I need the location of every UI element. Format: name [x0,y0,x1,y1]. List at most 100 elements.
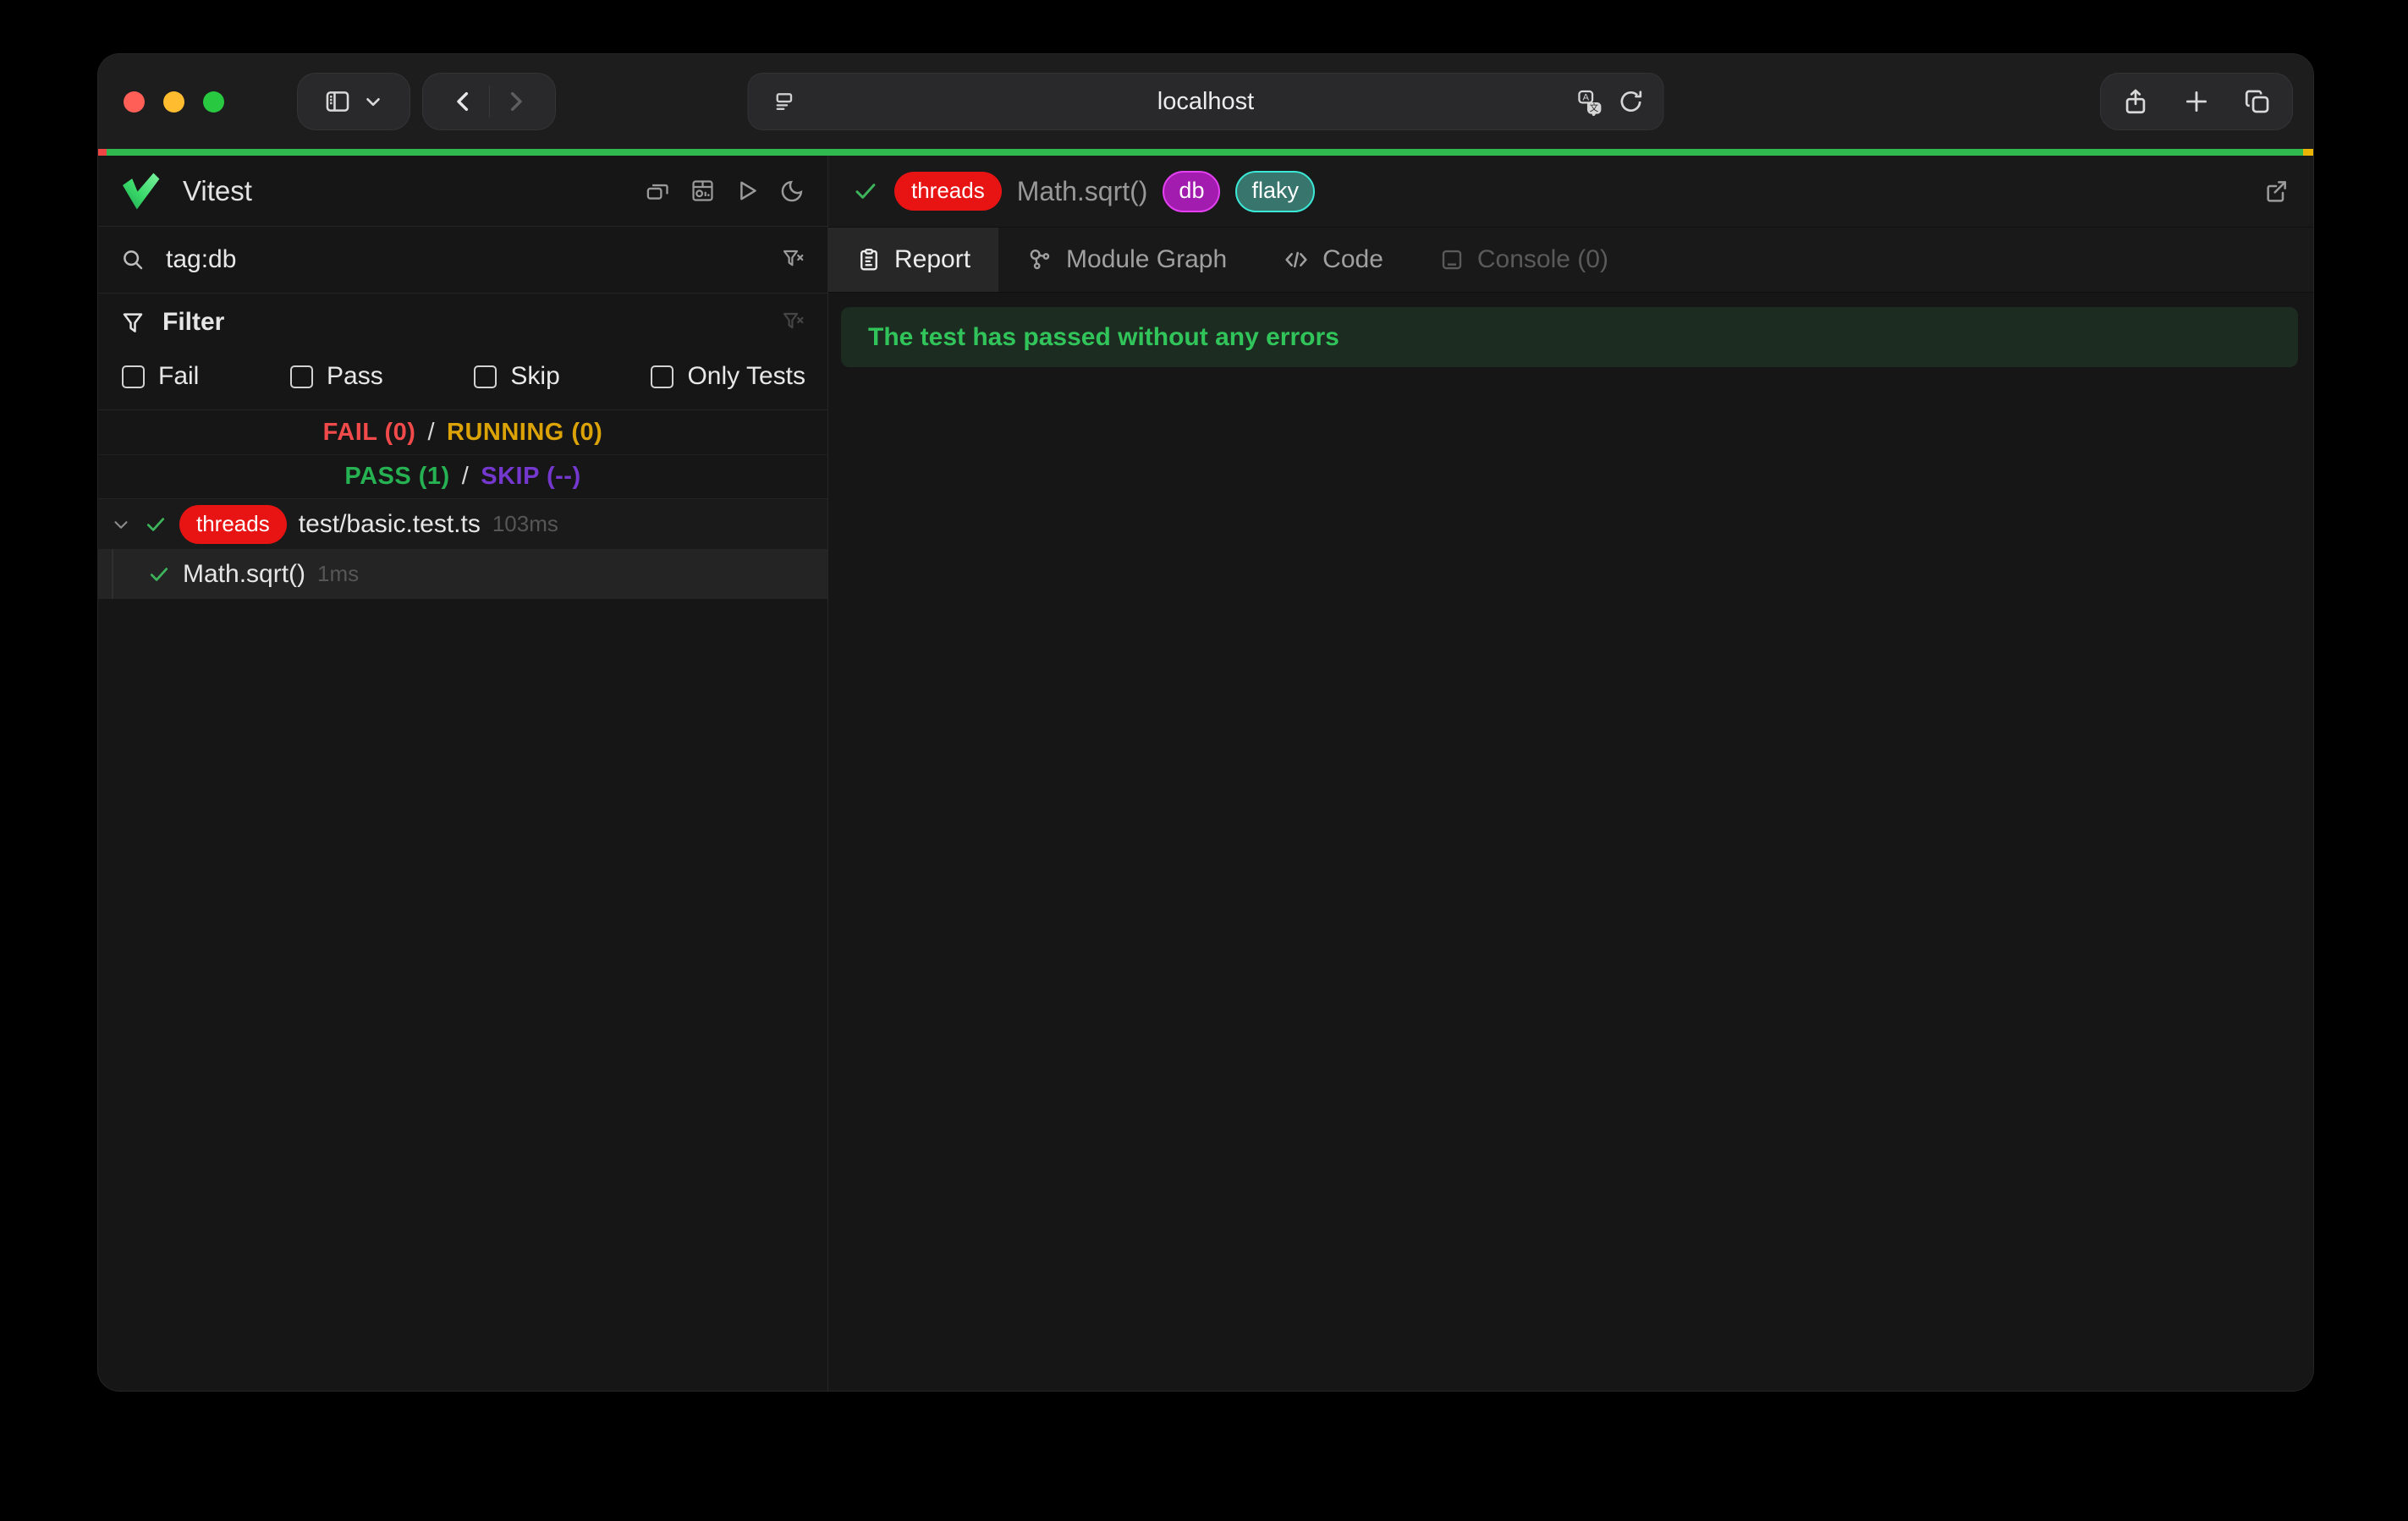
dashboard-icon[interactable] [690,178,716,204]
test-explorer-sidebar: Vitest [98,156,828,1392]
summary-line-2: PASS (1) / SKIP (--) [98,454,827,498]
back-button[interactable] [450,88,477,115]
search-bar[interactable]: tag:db [98,227,827,294]
report-content: The test has passed without any errors [828,293,2313,1392]
tab-console[interactable]: Console (0) [1411,228,1636,292]
translate-icon[interactable]: A文 [1575,87,1604,116]
minimize-window-button[interactable] [163,91,184,113]
filter-section-header: Filter [98,294,827,350]
zoom-window-button[interactable] [203,91,224,113]
test-tree: threads test/basic.test.ts 103ms Math.sq… [98,499,827,599]
open-in-editor-icon[interactable] [2262,178,2290,205]
tab-module-graph-label: Module Graph [1066,245,1227,274]
skip-checkbox[interactable] [474,365,497,388]
test-progress-bar [98,149,2313,156]
pass-banner-text: The test has passed without any errors [868,323,1339,352]
app-header: Vitest [98,156,827,227]
expand-chevron-icon[interactable] [110,513,132,535]
pass-checkbox[interactable] [290,365,313,388]
pass-count: PASS (1) [344,463,449,491]
reload-icon[interactable] [1618,88,1645,115]
summary-separator: / [462,463,470,491]
test-case-duration: 1ms [317,561,359,587]
module-graph-icon [1026,246,1053,273]
pass-banner: The test has passed without any errors [841,307,2298,367]
tab-code[interactable]: Code [1255,228,1411,292]
pass-check-icon [144,513,168,536]
summary-line-1: FAIL (0) / RUNNING (0) [98,410,827,454]
tag-flaky: flaky [1235,171,1315,212]
windows-icon[interactable] [645,178,671,204]
skip-count: SKIP (--) [481,463,580,491]
test-file-row[interactable]: threads test/basic.test.ts 103ms [98,499,827,549]
test-summary: FAIL (0) / RUNNING (0) PASS (1) / SKIP (… [98,409,827,499]
search-input[interactable]: tag:db [166,245,780,274]
filter-title: Filter [162,308,780,337]
search-icon [120,247,146,272]
only-tests-checkbox[interactable] [651,365,673,388]
app-title: Vitest [183,175,645,207]
fail-label: Fail [158,362,199,391]
chevron-down-icon [362,91,384,113]
test-case-row[interactable]: Math.sqrt() 1ms [98,549,827,599]
indent-guide [112,549,113,599]
nav-buttons [422,73,556,130]
running-count: RUNNING (0) [447,419,602,447]
share-icon[interactable] [2121,87,2150,116]
pool-badge: threads [894,172,1002,211]
tab-overview-icon[interactable] [2243,87,2272,116]
console-icon [1439,247,1465,272]
browser-toolbar: localhost A文 [98,54,2313,149]
svg-text:文: 文 [1590,102,1599,113]
nav-divider [489,85,490,118]
forward-button[interactable] [502,88,529,115]
tab-report-label: Report [894,245,970,274]
dark-mode-icon[interactable] [779,178,805,204]
pass-label: Pass [327,362,383,391]
only-tests-label: Only Tests [687,362,805,391]
tab-module-graph[interactable]: Module Graph [998,228,1255,292]
clear-all-filters-icon[interactable] [780,310,805,335]
tab-console-label: Console (0) [1477,245,1608,274]
skip-label: Skip [510,362,559,391]
tab-report[interactable]: Report [828,228,998,292]
fail-checkbox[interactable] [122,365,145,388]
filter-icon [120,310,146,335]
pool-badge: threads [179,505,287,544]
fail-count: FAIL (0) [323,419,416,447]
code-icon [1283,246,1310,273]
vitest-logo [117,167,164,215]
new-tab-icon[interactable] [2182,87,2211,116]
pass-check-icon [147,563,171,586]
address-bar[interactable]: localhost A文 [748,73,1664,130]
progress-fail-segment [98,149,107,156]
clear-search-filter-icon[interactable] [780,247,805,272]
test-case-name: Math.sqrt() [183,560,305,589]
page-format-icon[interactable] [772,89,798,114]
tag-db: db [1163,171,1220,212]
filter-option-pass[interactable]: Pass [290,362,383,391]
filter-option-fail[interactable]: Fail [122,362,199,391]
sidebar-toggle-button[interactable] [297,73,410,130]
browser-window: localhost A文 [97,53,2314,1392]
tab-code-label: Code [1322,245,1383,274]
close-window-button[interactable] [124,91,145,113]
toolbar-right-buttons [2100,73,2293,130]
report-icon [856,247,882,272]
pass-check-icon [852,178,879,205]
test-file-duration: 103ms [492,511,558,537]
progress-pass-segment [107,149,2303,156]
test-detail-panel: threads Math.sqrt() db flaky Report [828,156,2313,1392]
sidebar-icon [323,87,352,116]
filter-options: Fail Pass Skip Only Tests [98,350,827,409]
detail-test-name: Math.sqrt() [1017,176,1148,207]
url-text: localhost [1157,88,1254,116]
svg-text:A: A [1582,93,1589,103]
filter-option-skip[interactable]: Skip [474,362,559,391]
test-file-name: test/basic.test.ts [299,510,481,539]
traffic-lights [124,91,224,113]
detail-tabs: Report Module Graph Code [828,227,2313,293]
run-all-icon[interactable] [734,178,761,204]
detail-header: threads Math.sqrt() db flaky [828,156,2313,227]
filter-option-only-tests[interactable]: Only Tests [651,362,805,391]
